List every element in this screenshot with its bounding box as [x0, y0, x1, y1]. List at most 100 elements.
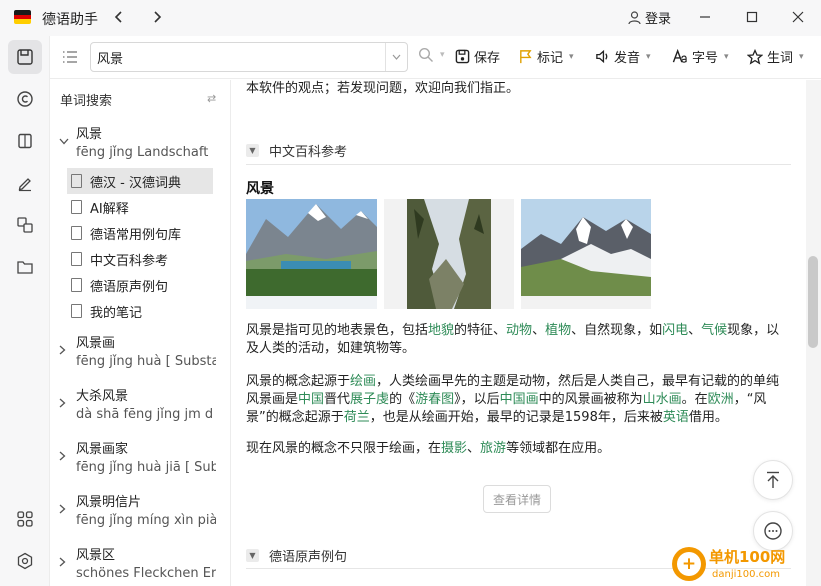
- word-entry[interactable]: 风景区 schönes Fleckchen Erde: [51, 541, 217, 586]
- maximize-button[interactable]: [737, 5, 767, 29]
- paragraph-text: 晋代: [324, 392, 351, 407]
- subitem-encyclopedia[interactable]: 中文百科参考: [67, 246, 213, 272]
- chevron-right-icon: [154, 11, 162, 23]
- close-button[interactable]: [783, 5, 813, 29]
- pronounce-button[interactable]: 发音 ▾: [595, 47, 651, 66]
- subitem-examples[interactable]: 德语常用例句库: [67, 220, 213, 246]
- usage-paragraph: 现在风景的概念不只限于绘画，在摄影、旅游等领域都在应用。: [246, 440, 791, 458]
- rail-book-button[interactable]: [8, 124, 42, 158]
- section-title: 中文百科参考: [269, 144, 348, 160]
- chevron-right-icon[interactable]: [59, 397, 66, 411]
- encyclopedia-link[interactable]: 山水画: [643, 392, 682, 407]
- collapse-icon[interactable]: ▼: [246, 143, 259, 157]
- entry-word: 风景区: [76, 548, 116, 563]
- collapse-icon[interactable]: ▼: [246, 548, 259, 562]
- chat-bubble-icon: [764, 522, 782, 540]
- login-button[interactable]: 登录: [628, 8, 671, 27]
- chevron-right-icon[interactable]: [59, 450, 66, 464]
- word-entry[interactable]: 风景画家 fēng jǐng huà jiā [ Sub: [51, 435, 217, 483]
- encyclopedia-link[interactable]: 展子虔: [350, 392, 389, 407]
- chevron-right-icon[interactable]: [59, 344, 66, 358]
- encyclopedia-link[interactable]: 植物: [545, 323, 571, 338]
- font-size-dropdown-icon[interactable]: ▾: [724, 52, 729, 62]
- subitem-notes[interactable]: 我的笔记: [67, 298, 213, 324]
- subitem-audio-examples[interactable]: 德语原声例句: [67, 272, 213, 298]
- word-entry[interactable]: 风景明信片 fēng jǐng míng xìn piàn: [51, 488, 217, 536]
- encyclopedia-link[interactable]: 摄影: [441, 441, 467, 456]
- watermark-logo: + 单机100网 danji100.com: [672, 545, 821, 586]
- encyclopedia-link[interactable]: 中国画: [500, 392, 539, 407]
- list-toggle-button[interactable]: [61, 48, 79, 66]
- word-entry[interactable]: 大杀风景 dà shā fēng jǐng jm d: [51, 382, 217, 430]
- paragraph-text: 、: [467, 441, 481, 456]
- bookmark-dropdown-icon[interactable]: ▾: [569, 52, 574, 62]
- rail-apps-button[interactable]: [8, 502, 42, 536]
- word-entry[interactable]: 风景 fēng jǐng Landschaft: [51, 120, 217, 164]
- entry-title: 风景: [246, 181, 274, 197]
- left-rail: [0, 36, 50, 586]
- word-entry[interactable]: 风景画 fēng jǐng huà [ Substa: [51, 329, 217, 377]
- encyclopedia-link[interactable]: 闪电: [662, 323, 688, 338]
- landscape-photo-lake[interactable]: [246, 199, 377, 309]
- search-box: [90, 42, 408, 72]
- rail-translate-button[interactable]: [8, 208, 42, 242]
- content-scrollbar-thumb[interactable]: [808, 256, 818, 348]
- encyclopedia-link[interactable]: 英语: [663, 410, 689, 425]
- swap-icon[interactable]: ⇄: [207, 92, 216, 105]
- book-icon: [18, 133, 32, 149]
- font-size-button[interactable]: 字号 ▾: [672, 47, 729, 66]
- paragraph-text: 。在: [681, 392, 708, 407]
- subitem-ai[interactable]: AI解释: [67, 194, 213, 220]
- entry-word: 风景画家: [76, 442, 129, 457]
- minimize-button[interactable]: [690, 5, 720, 29]
- subitem-label: AI解释: [90, 201, 129, 217]
- flag-icon: [520, 50, 532, 64]
- encyclopedia-link[interactable]: 旅游: [480, 441, 506, 456]
- scroll-top-button[interactable]: [753, 460, 793, 500]
- font-size-icon: [672, 49, 687, 63]
- translate-icon: [17, 217, 33, 233]
- pronounce-dropdown-icon[interactable]: ▾: [646, 52, 651, 62]
- forward-button[interactable]: [146, 6, 168, 28]
- encyclopedia-link[interactable]: 荷兰: [344, 410, 370, 425]
- rail-edit-button[interactable]: [8, 166, 42, 200]
- paragraph-text: 风景是指可见的地表景色，包括: [246, 323, 429, 338]
- section-encyclopedia-header[interactable]: ▼ 中文百科参考: [246, 138, 791, 162]
- search-input[interactable]: [91, 44, 383, 70]
- chevron-down-icon[interactable]: [59, 134, 69, 148]
- arrow-up-icon: [767, 471, 779, 488]
- back-button[interactable]: [108, 6, 130, 28]
- landscape-photo-mountains[interactable]: [521, 199, 651, 309]
- search-history-dropdown[interactable]: [385, 43, 407, 71]
- landscape-photo-canyon[interactable]: [384, 199, 514, 309]
- chevron-right-icon[interactable]: [59, 503, 66, 517]
- encyclopedia-link[interactable]: 地貌: [428, 323, 454, 338]
- document-icon: [71, 174, 82, 188]
- encyclopedia-link[interactable]: 气候: [701, 323, 727, 338]
- encyclopedia-link[interactable]: 绘画: [350, 374, 376, 389]
- paragraph-text: 》，以后: [454, 392, 500, 407]
- minimize-icon: [700, 16, 710, 18]
- word-search-sidebar: 单词搜索 ⇄ 风景 fēng jǐng Landschaft 德汉 - 汉德词典…: [51, 80, 231, 586]
- rail-copyright-button[interactable]: [8, 82, 42, 116]
- chevron-right-icon[interactable]: [59, 556, 66, 570]
- encyclopedia-link[interactable]: 中国: [298, 392, 324, 407]
- rail-dictionary-button[interactable]: [8, 40, 42, 74]
- save-button[interactable]: 保存: [455, 47, 500, 66]
- search-button[interactable]: ▾: [418, 47, 445, 63]
- paragraph-text: 、自然现象，如: [571, 323, 663, 338]
- entry-pinyin: fēng jǐng míng xìn piàn: [76, 513, 216, 528]
- origin-paragraph: 风景的概念起源于绘画，人类绘画早先的主题是动物，然后是人类自己，最早有记载的的单…: [246, 373, 791, 427]
- encyclopedia-link[interactable]: 游春图: [415, 392, 454, 407]
- new-word-button[interactable]: 生词 ▾: [747, 47, 804, 66]
- view-details-button[interactable]: 查看详情: [483, 485, 551, 513]
- subitem-dictionary[interactable]: 德汉 - 汉德词典: [67, 168, 213, 194]
- new-word-dropdown-icon[interactable]: ▾: [799, 52, 804, 62]
- search-icon: [418, 47, 433, 62]
- encyclopedia-link[interactable]: 欧洲: [708, 392, 734, 407]
- encyclopedia-link[interactable]: 动物: [506, 323, 532, 338]
- rail-folder-button[interactable]: [8, 250, 42, 284]
- bookmark-button[interactable]: 标记 ▾: [518, 47, 574, 66]
- save-icon: [455, 49, 470, 64]
- rail-settings-button[interactable]: [8, 544, 42, 578]
